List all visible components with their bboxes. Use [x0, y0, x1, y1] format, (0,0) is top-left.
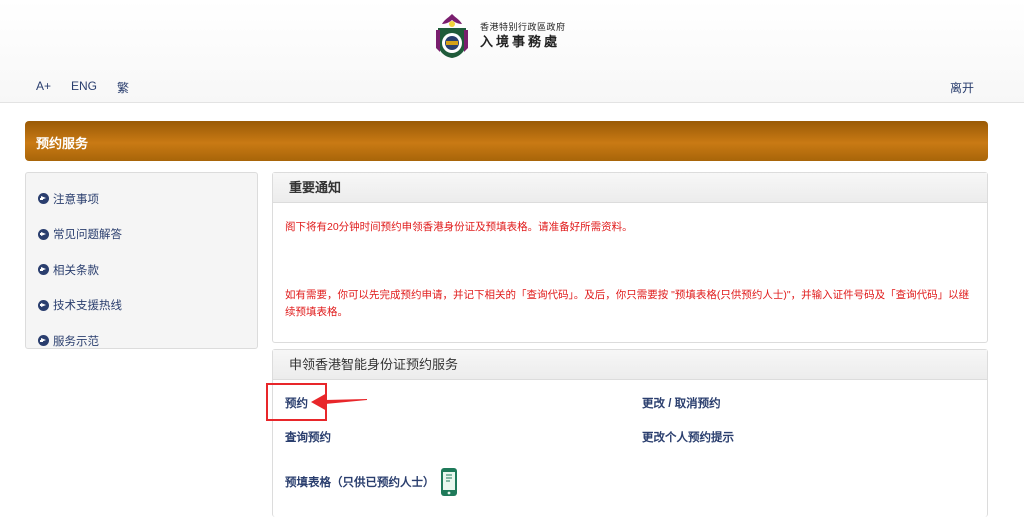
circle-arrow-right-icon: [38, 228, 49, 240]
department-name: 入境事務處: [480, 33, 561, 49]
language-bar: A+ ENG 繁: [36, 79, 129, 96]
sidebar-menu: 注意事项 常见问题解答 相关条款 技术支援热线 服务示范: [25, 172, 258, 349]
circle-arrow-right-icon: [38, 335, 49, 347]
sidebar-item-label: 注意事项: [53, 193, 99, 206]
enquire-appointment-link[interactable]: 查询预约: [285, 429, 331, 445]
immigration-logo[interactable]: 香港特别行政區政府 入境事務處: [432, 12, 566, 60]
notice-title: 重要通知: [273, 173, 987, 203]
notice-paragraph: 阁下将有20分钟时间预约申领香港身份证及预填表格。请准备好所需资料。: [285, 221, 633, 233]
important-notice-panel: 重要通知 阁下将有20分钟时间预约申领香港身份证及预填表格。请准备好所需资料。 …: [272, 172, 988, 343]
prefill-form-link[interactable]: 预填表格（只供已预约人士）: [285, 467, 459, 497]
booking-service-panel: 申领香港智能身份证预约服务 预约 查询预约 预填表格（只供已预约人士） 更改 /…: [272, 349, 988, 517]
sidebar-item-label: 服务示范: [53, 335, 99, 348]
sidebar-item-label: 相关条款: [53, 264, 99, 277]
sidebar-item-notes[interactable]: 注意事项: [26, 181, 257, 217]
sidebar-item-label: 常见问题解答: [53, 229, 122, 242]
sidebar-item-terms[interactable]: 相关条款: [26, 252, 257, 288]
mobile-form-icon: [440, 468, 457, 496]
section-banner: 预约服务: [25, 121, 988, 161]
english-link[interactable]: ENG: [71, 79, 97, 96]
annotation-arrow-icon: [311, 393, 367, 411]
government-name: 香港特别行政區政府: [480, 22, 566, 33]
change-reminder-link[interactable]: 更改个人预约提示: [642, 429, 734, 445]
font-size-button[interactable]: A+: [36, 79, 51, 96]
circle-arrow-right-icon: [38, 264, 49, 276]
traditional-chinese-link[interactable]: 繁: [117, 79, 129, 96]
prefill-form-label: 预填表格（只供已预约人士）: [285, 477, 435, 489]
sidebar-item-demo[interactable]: 服务示范: [26, 323, 257, 359]
change-cancel-appointment-link[interactable]: 更改 / 取消预约: [642, 395, 721, 411]
circle-arrow-right-icon: [38, 193, 49, 205]
sidebar-item-label: 技术支援热线: [53, 300, 122, 313]
page-header: 香港特别行政區政府 入境事務處 A+ ENG 繁 离开: [0, 0, 1024, 103]
exit-link[interactable]: 离开: [950, 79, 974, 96]
hksar-emblem-icon: [436, 14, 468, 58]
circle-arrow-right-icon: [38, 299, 49, 311]
banner-title: 预约服务: [36, 136, 89, 151]
sidebar-item-faq[interactable]: 常见问题解答: [26, 217, 257, 253]
service-title: 申领香港智能身份证预约服务: [273, 350, 987, 380]
notice-paragraph: 如有需要，你可以先完成预约申请，并记下相关的「查询代码」。及后，你只需要按 "预…: [285, 289, 970, 318]
sidebar-item-hotline[interactable]: 技术支援热线: [26, 288, 257, 324]
